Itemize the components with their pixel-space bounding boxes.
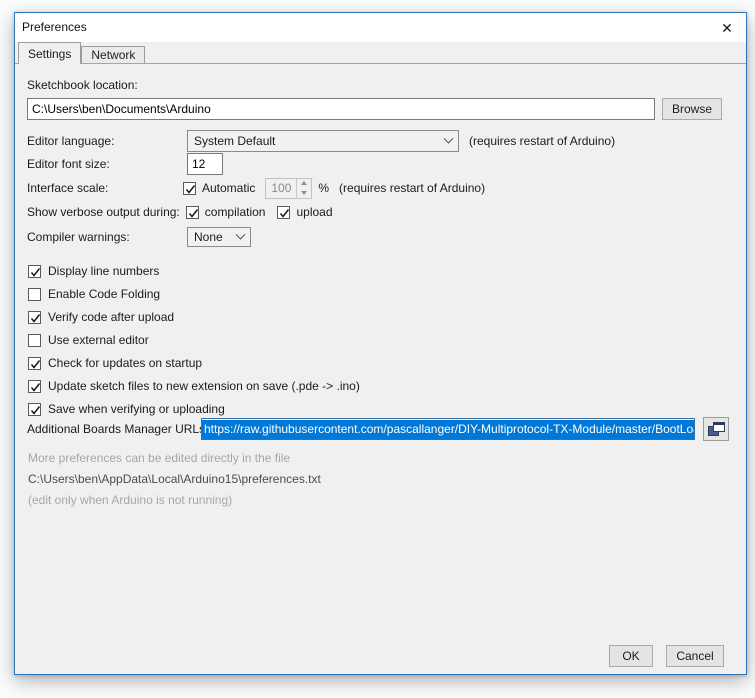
- verbose-output-label: Show verbose output during:: [27, 205, 180, 219]
- editor-font-size-input[interactable]: [187, 153, 223, 175]
- boards-manager-urls-label: Additional Boards Manager URLs:: [27, 422, 208, 436]
- tab-network-label: Network: [91, 48, 135, 62]
- checkbox-box: [28, 265, 41, 278]
- arrow-down-icon: [301, 191, 307, 195]
- checkbox-check-for-updates[interactable]: Check for updates on startup: [28, 355, 202, 371]
- chevron-down-icon: [444, 133, 454, 143]
- language-restart-note: (requires restart of Arduino): [469, 134, 615, 148]
- interface-scale-row: Interface scale: Automatic 100 % (requir…: [27, 177, 485, 199]
- preferences-file-note: More preferences can be edited directly …: [28, 450, 290, 466]
- scale-unit-label: %: [318, 181, 329, 195]
- spinner-buttons[interactable]: [296, 179, 311, 198]
- boards-manager-row: Additional Boards Manager URLs:: [27, 418, 208, 440]
- open-window-icon-front: [713, 422, 725, 432]
- verbose-compilation-checkbox[interactable]: compilation: [186, 205, 266, 219]
- scale-value-spinner[interactable]: 100: [265, 178, 312, 199]
- scale-restart-note: (requires restart of Arduino): [339, 181, 485, 195]
- boards-manager-urls-value: https://raw.githubusercontent.com/pascal…: [202, 420, 695, 439]
- interface-scale-label: Interface scale:: [27, 181, 177, 195]
- checkmark-icon: [184, 183, 197, 196]
- editor-language-label: Editor language:: [27, 134, 177, 148]
- checkbox-box: [28, 380, 41, 393]
- checkmark-icon: [29, 312, 42, 325]
- ok-button-label: OK: [622, 649, 639, 663]
- checkmark-icon: [187, 207, 200, 220]
- browse-button[interactable]: Browse: [662, 98, 722, 120]
- editor-language-select[interactable]: System Default: [187, 130, 459, 152]
- checkbox-display-line-numbers[interactable]: Display line numbers: [28, 263, 159, 279]
- checkmark-icon: [29, 381, 42, 394]
- browse-button-label: Browse: [672, 102, 712, 116]
- spinner-down-button[interactable]: [297, 188, 311, 198]
- automatic-scale-checkbox-label: Automatic: [202, 181, 255, 195]
- chevron-down-icon: [236, 229, 246, 239]
- compiler-warnings-select[interactable]: None: [187, 227, 251, 247]
- compiler-warnings-label: Compiler warnings:: [27, 230, 177, 244]
- checkmark-icon: [29, 404, 42, 417]
- checkbox-box: [28, 334, 41, 347]
- compilation-checkbox-box: [186, 206, 199, 219]
- checkbox-label: Save when verifying or uploading: [48, 402, 225, 416]
- sketchbook-location-input[interactable]: [27, 98, 655, 120]
- checkmark-icon: [29, 266, 42, 279]
- ok-button[interactable]: OK: [609, 645, 653, 667]
- checkbox-label: Use external editor: [48, 333, 149, 347]
- checkbox-box: [28, 288, 41, 301]
- checkmark-icon: [29, 358, 42, 371]
- checkbox-label: Check for updates on startup: [48, 356, 202, 370]
- upload-checkbox-label: upload: [296, 205, 332, 219]
- tab-settings[interactable]: Settings: [18, 42, 81, 64]
- cancel-button[interactable]: Cancel: [666, 645, 724, 667]
- checkbox-label: Verify code after upload: [48, 310, 174, 324]
- tab-settings-label: Settings: [28, 47, 71, 61]
- checkbox-box: [28, 357, 41, 370]
- checkbox-label: Enable Code Folding: [48, 287, 160, 301]
- verbose-upload-checkbox[interactable]: upload: [277, 205, 332, 219]
- editor-language-row: Editor language: System Default (require…: [27, 130, 615, 152]
- editor-font-size-label: Editor font size:: [27, 157, 177, 171]
- close-icon: ✕: [721, 20, 733, 36]
- edit-warning-note: (edit only when Arduino is not running): [28, 492, 232, 508]
- close-button[interactable]: ✕: [716, 18, 738, 38]
- checkbox-box: [28, 403, 41, 416]
- sketchbook-location-label: Sketchbook location:: [27, 78, 138, 92]
- editor-font-size-row: Editor font size:: [27, 153, 223, 175]
- preferences-file-path: C:\Users\ben\AppData\Local\Arduino15\pre…: [28, 471, 321, 487]
- checkbox-save-when-verifying[interactable]: Save when verifying or uploading: [28, 401, 225, 417]
- window-title: Preferences: [22, 13, 87, 42]
- upload-checkbox-box: [277, 206, 290, 219]
- checkbox-use-external-editor[interactable]: Use external editor: [28, 332, 149, 348]
- compilation-checkbox-label: compilation: [205, 205, 266, 219]
- title-bar: Preferences ✕: [15, 13, 746, 42]
- checkbox-box: [28, 311, 41, 324]
- scale-value: 100: [266, 179, 296, 198]
- checkbox-update-sketch-files[interactable]: Update sketch files to new extension on …: [28, 378, 360, 394]
- preferences-dialog: Preferences ✕ Settings Network Sketchboo…: [14, 12, 747, 675]
- tab-bar: Settings Network: [18, 42, 145, 64]
- checkbox-label: Display line numbers: [48, 264, 159, 278]
- editor-language-value: System Default: [194, 134, 275, 148]
- boards-manager-urls-input[interactable]: https://raw.githubusercontent.com/pascal…: [201, 418, 695, 440]
- compiler-warnings-row: Compiler warnings: None: [27, 226, 251, 248]
- checkmark-icon: [278, 207, 291, 220]
- edit-boards-urls-button[interactable]: [703, 417, 729, 441]
- tab-network[interactable]: Network: [81, 46, 145, 63]
- compiler-warnings-value: None: [194, 230, 223, 244]
- automatic-scale-checkbox[interactable]: [183, 182, 196, 195]
- sketchbook-label-row: Sketchbook location:: [27, 77, 138, 93]
- checkbox-enable-code-folding[interactable]: Enable Code Folding: [28, 286, 160, 302]
- verbose-output-row: Show verbose output during: compilation …: [27, 202, 333, 222]
- arrow-up-icon: [301, 181, 307, 185]
- checkbox-verify-code-after-upload[interactable]: Verify code after upload: [28, 309, 174, 325]
- spinner-up-button[interactable]: [297, 179, 311, 189]
- open-window-icon: [708, 422, 725, 436]
- cancel-button-label: Cancel: [676, 649, 713, 663]
- checkbox-label: Update sketch files to new extension on …: [48, 379, 360, 393]
